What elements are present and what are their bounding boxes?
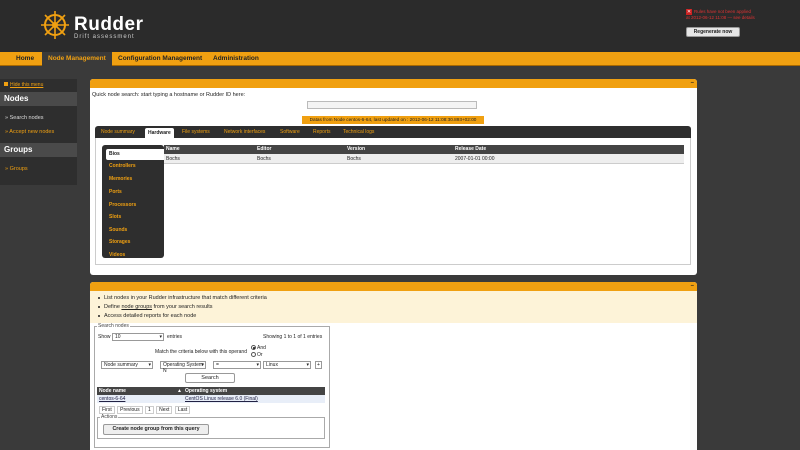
panel-header: – — [90, 282, 697, 291]
policy-alert[interactable]: ✕ Rules have not been applied at 2012-06-… — [686, 9, 756, 20]
node-link[interactable]: centos-6-64 — [99, 395, 125, 403]
hide-menu-link[interactable]: Hide this menu — [4, 82, 43, 88]
subtab-controllers[interactable]: Controllers — [106, 161, 164, 172]
actions-box: Actions Create node group from this quer… — [97, 414, 325, 439]
nav-home[interactable]: Home — [10, 52, 40, 66]
panel-header: – — [90, 79, 697, 88]
nav-configuration-management[interactable]: Configuration Management — [112, 52, 208, 66]
chevron-down-icon: ▾ — [201, 362, 204, 368]
logo-title: Rudder — [74, 14, 144, 35]
desc-item: Define node groups from your search resu… — [98, 304, 213, 310]
pager-first[interactable]: First — [99, 406, 115, 414]
sidebar-item-groups[interactable]: » Groups — [5, 166, 28, 172]
collapse-panel-icon[interactable]: – — [691, 283, 694, 289]
col-node-name[interactable]: Node name — [99, 387, 126, 395]
rudder-wheel-icon — [41, 11, 69, 39]
match-label: Match the criteria below with this opera… — [155, 349, 247, 355]
sidebar: Hide this menu Nodes » Search nodes » Ac… — [0, 79, 77, 185]
sort-icon: ▲ — [177, 388, 182, 394]
nav-administration[interactable]: Administration — [207, 52, 265, 66]
col-version[interactable]: Version — [347, 145, 365, 154]
results-table-header: Node name ▲ Operating system — [97, 387, 325, 395]
col-operating-system[interactable]: Operating system — [185, 387, 227, 395]
pager-last[interactable]: Last — [174, 406, 191, 414]
table-row: centos-6-64 CentOS Linux release 6.0 (Fi… — [97, 395, 325, 403]
subtab-sounds[interactable]: Sounds — [106, 225, 164, 236]
operand-or[interactable]: Or — [251, 352, 263, 358]
col-editor[interactable]: Editor — [257, 145, 271, 154]
chevron-down-icon: ▾ — [306, 362, 309, 368]
radio-or[interactable] — [251, 352, 256, 358]
subtab-bios[interactable]: Bios — [106, 149, 164, 160]
sidebar-item-accept-nodes[interactable]: » Accept new nodes — [5, 129, 54, 135]
tab-hardware[interactable]: Hardware — [145, 128, 174, 138]
subtab-processors[interactable]: Processors — [106, 200, 164, 211]
mouse-cursor-icon — [377, 355, 380, 362]
search-button[interactable]: Search — [185, 373, 235, 383]
actions-legend: Actions — [100, 414, 119, 420]
quick-search-input[interactable] — [307, 101, 477, 109]
sidebar-section-groups: Groups — [0, 143, 77, 157]
criteria-object-select[interactable]: Node summary ▾ — [101, 361, 153, 369]
criteria-value-select[interactable]: Linux ▾ — [263, 361, 311, 369]
tab-software[interactable]: Software — [277, 126, 303, 138]
subtab-storages[interactable]: Storages — [106, 237, 164, 248]
add-criteria-button[interactable]: + — [315, 361, 322, 369]
sidebar-section-nodes: Nodes — [0, 92, 77, 106]
nav-node-management[interactable]: Node Management — [42, 52, 112, 66]
node-tabs: Node summary Hardware File systems Netwo… — [95, 126, 691, 138]
col-name[interactable]: Name — [166, 145, 180, 154]
node-details-panel: – Quick node search: start typing a host… — [90, 79, 697, 275]
os-link[interactable]: CentOS Linux release 6.0 (Final) — [185, 395, 258, 403]
chevron-down-icon: ▾ — [148, 362, 151, 368]
collapse-panel-icon[interactable]: – — [691, 80, 694, 86]
subtab-videos[interactable]: Videos — [106, 250, 164, 261]
collapse-icon — [4, 82, 8, 86]
node-groups-link[interactable]: node groups — [121, 304, 152, 310]
show-label: Show — [98, 334, 111, 340]
search-nodes-legend: Search nodes — [97, 323, 130, 329]
node-status-band: Datas from Node centos-6-64, last update… — [302, 116, 484, 124]
pager-previous[interactable]: Previous — [117, 406, 143, 414]
operand-and[interactable]: And — [251, 345, 266, 351]
hardware-subtabs: Bios Controllers Memories Ports Processo… — [102, 145, 164, 258]
tab-technical-logs[interactable]: Technical logs — [340, 126, 377, 138]
subtab-ports[interactable]: Ports — [106, 187, 164, 198]
showing-info: Showing 1 to 1 of 1 entries — [263, 334, 323, 340]
tab-reports[interactable]: Reports — [310, 126, 334, 138]
subtab-memories[interactable]: Memories — [106, 174, 164, 185]
search-nodes-box: Search nodes Show 10 ▾ entries Showing 1 … — [94, 323, 330, 448]
sidebar-item-search-nodes[interactable]: » Search nodes — [5, 115, 44, 121]
desc-item: Access detailed reports for each node — [98, 313, 196, 319]
col-release-date[interactable]: Release Date — [455, 145, 486, 154]
main-nav: Home Node Management Configuration Manag… — [0, 52, 800, 66]
tab-network-interfaces[interactable]: Network interfaces — [221, 126, 268, 138]
tab-node-summary[interactable]: Node summary — [98, 126, 138, 138]
create-node-group-button[interactable]: Create node group from this query — [103, 424, 209, 435]
search-nodes-panel: – List nodes in your Rudder infrastructu… — [90, 282, 697, 450]
criteria-attribute-select[interactable]: Operating System N ▾ — [160, 361, 206, 374]
bios-table: Name Editor Version Release Date Bochs B… — [164, 145, 684, 164]
panel-description: List nodes in your Rudder infrastructure… — [90, 291, 697, 323]
regenerate-button[interactable]: Regenerate now — [686, 27, 740, 37]
pager: First Previous 1 Next Last — [99, 406, 191, 414]
chevron-down-icon: ▾ — [256, 362, 259, 368]
criteria-comparator-select[interactable]: = ▾ — [213, 361, 261, 369]
table-header: Name Editor Version Release Date — [164, 145, 684, 154]
chevron-down-icon: ▾ — [159, 334, 162, 340]
table-row: Bochs Bochs Bochs 2007-01-01 00:00 — [164, 154, 684, 164]
app-header: Rudder Drift assessment ✕ Rules have not … — [0, 0, 800, 52]
subtab-slots[interactable]: Slots — [106, 212, 164, 223]
radio-and[interactable] — [251, 345, 256, 351]
pager-page-1[interactable]: 1 — [144, 406, 154, 414]
pager-next[interactable]: Next — [156, 406, 173, 414]
desc-item: List nodes in your Rudder infrastructure… — [98, 295, 267, 301]
tab-file-systems[interactable]: File systems — [179, 126, 213, 138]
quick-search-label: Quick node search: start typing a hostna… — [92, 92, 246, 98]
page-size-select[interactable]: 10 ▾ — [112, 333, 164, 341]
entries-label: entries — [167, 334, 183, 340]
logo-subtitle: Drift assessment — [74, 34, 135, 40]
